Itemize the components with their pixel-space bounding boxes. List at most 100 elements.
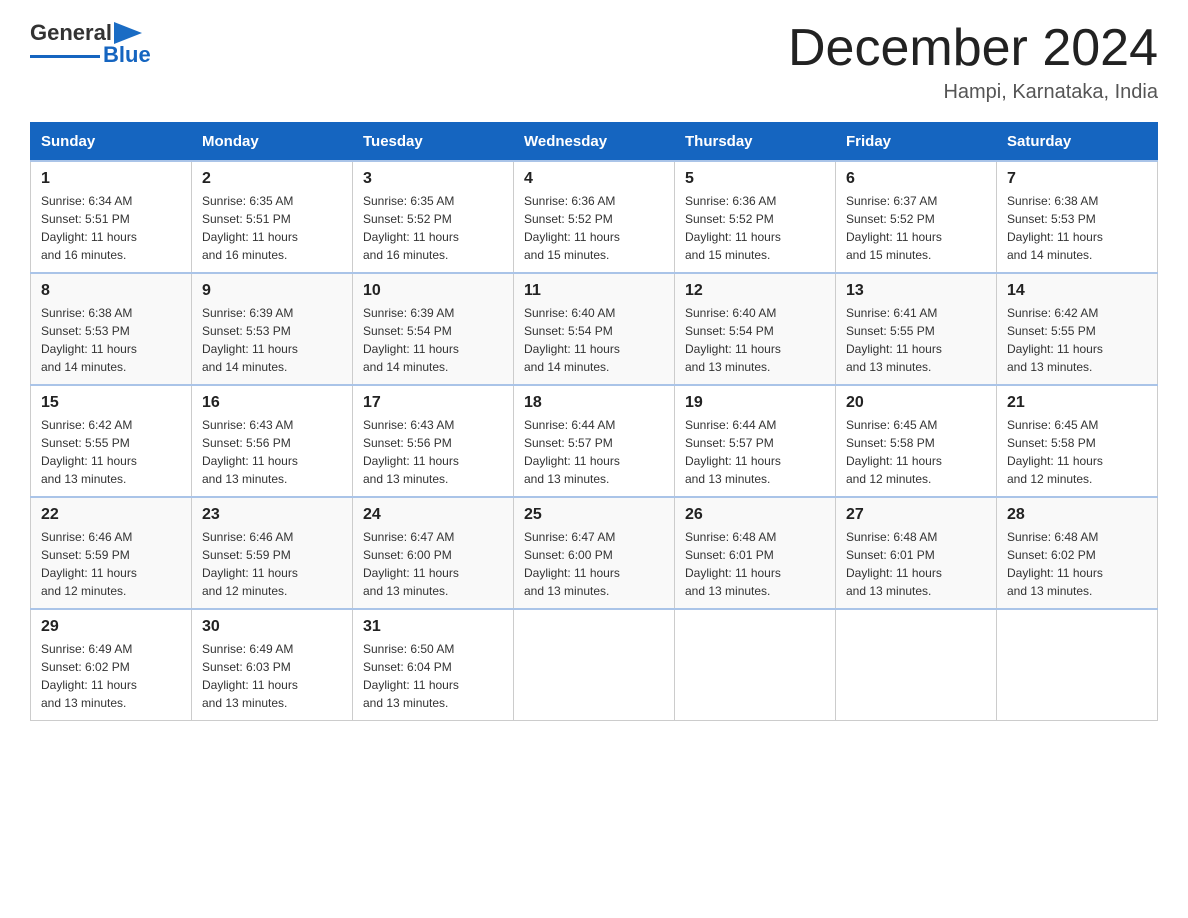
day-number: 17 [363,394,503,412]
day-info: Sunrise: 6:48 AMSunset: 6:01 PMDaylight:… [846,528,986,600]
header-friday: Friday [836,123,997,162]
day-number: 5 [685,170,825,188]
day-info: Sunrise: 6:50 AMSunset: 6:04 PMDaylight:… [363,640,503,712]
calendar-cell [836,609,997,721]
header-sunday: Sunday [31,123,192,162]
calendar-cell: 7Sunrise: 6:38 AMSunset: 5:53 PMDaylight… [997,161,1158,273]
day-number: 28 [1007,506,1147,524]
day-info: Sunrise: 6:48 AMSunset: 6:02 PMDaylight:… [1007,528,1147,600]
day-number: 24 [363,506,503,524]
title-block: December 2024 Hampi, Karnataka, India [788,20,1158,104]
calendar-table: Sunday Monday Tuesday Wednesday Thursday… [30,122,1158,721]
logo: General Blue [30,20,151,68]
calendar-cell: 3Sunrise: 6:35 AMSunset: 5:52 PMDaylight… [353,161,514,273]
calendar-cell: 14 Sunrise: 6:42 AMSunset: 5:55 PMDayligh… [997,273,1158,385]
day-info: Sunrise: 6:45 AMSunset: 5:58 PMDaylight:… [846,416,986,488]
calendar-cell: 28 Sunrise: 6:48 AMSunset: 6:02 PMDayligh… [997,497,1158,609]
calendar-cell: 4Sunrise: 6:36 AMSunset: 5:52 PMDaylight… [514,161,675,273]
calendar-week-row: 22Sunrise: 6:46 AMSunset: 5:59 PMDayligh… [31,497,1158,609]
calendar-cell: 16 Sunrise: 6:43 AMSunset: 5:56 PMDayligh… [192,385,353,497]
calendar-cell [514,609,675,721]
day-info: Sunrise: 6:39 AMSunset: 5:53 PMDaylight:… [202,304,342,376]
calendar-cell: 27 Sunrise: 6:48 AMSunset: 6:01 PMDayligh… [836,497,997,609]
calendar-cell [997,609,1158,721]
day-number: 23 [202,506,342,524]
day-number: 18 [524,394,664,412]
day-info: Sunrise: 6:46 AMSunset: 5:59 PMDaylight:… [41,528,181,600]
header-wednesday: Wednesday [514,123,675,162]
calendar-cell: 1 Sunrise: 6:34 AMSunset: 5:51 PMDaylight… [31,161,192,273]
day-info: Sunrise: 6:34 AMSunset: 5:51 PMDaylight:… [41,192,181,264]
day-info: Sunrise: 6:35 AMSunset: 5:51 PMDaylight:… [202,192,342,264]
header-monday: Monday [192,123,353,162]
day-number: 25 [524,506,664,524]
calendar-cell: 20 Sunrise: 6:45 AMSunset: 5:58 PMDayligh… [836,385,997,497]
day-info: Sunrise: 6:44 AMSunset: 5:57 PMDaylight:… [524,416,664,488]
day-number: 11 [524,282,664,300]
day-info: Sunrise: 6:43 AMSunset: 5:56 PMDaylight:… [363,416,503,488]
calendar-cell: 19 Sunrise: 6:44 AMSunset: 5:57 PMDayligh… [675,385,836,497]
weekday-header-row: Sunday Monday Tuesday Wednesday Thursday… [31,123,1158,162]
day-number: 19 [685,394,825,412]
day-info: Sunrise: 6:45 AMSunset: 5:58 PMDaylight:… [1007,416,1147,488]
calendar-cell: 11 Sunrise: 6:40 AMSunset: 5:54 PMDayligh… [514,273,675,385]
calendar-cell: 22Sunrise: 6:46 AMSunset: 5:59 PMDayligh… [31,497,192,609]
day-number: 8 [41,282,181,300]
calendar-cell: 31Sunrise: 6:50 AMSunset: 6:04 PMDayligh… [353,609,514,721]
day-number: 30 [202,618,342,636]
day-info: Sunrise: 6:41 AMSunset: 5:55 PMDaylight:… [846,304,986,376]
day-number: 6 [846,170,986,188]
day-number: 9 [202,282,342,300]
day-number: 16 [202,394,342,412]
day-info: Sunrise: 6:48 AMSunset: 6:01 PMDaylight:… [685,528,825,600]
logo-blue-text: Blue [103,42,151,68]
header-saturday: Saturday [997,123,1158,162]
calendar-cell: 2 Sunrise: 6:35 AMSunset: 5:51 PMDaylight… [192,161,353,273]
calendar-cell: 30Sunrise: 6:49 AMSunset: 6:03 PMDayligh… [192,609,353,721]
calendar-body: 1 Sunrise: 6:34 AMSunset: 5:51 PMDaylight… [31,161,1158,721]
day-number: 27 [846,506,986,524]
calendar-title: December 2024 [788,20,1158,77]
day-info: Sunrise: 6:36 AMSunset: 5:52 PMDaylight:… [685,192,825,264]
calendar-week-row: 29Sunrise: 6:49 AMSunset: 6:02 PMDayligh… [31,609,1158,721]
calendar-week-row: 15 Sunrise: 6:42 AMSunset: 5:55 PMDayligh… [31,385,1158,497]
day-info: Sunrise: 6:40 AMSunset: 5:54 PMDaylight:… [685,304,825,376]
day-number: 1 [41,170,181,188]
day-info: Sunrise: 6:47 AMSunset: 6:00 PMDaylight:… [524,528,664,600]
calendar-week-row: 8Sunrise: 6:38 AMSunset: 5:53 PMDaylight… [31,273,1158,385]
day-info: Sunrise: 6:39 AMSunset: 5:54 PMDaylight:… [363,304,503,376]
day-info: Sunrise: 6:47 AMSunset: 6:00 PMDaylight:… [363,528,503,600]
page-header: General Blue December 2024 Hampi, Karnat… [30,20,1158,104]
day-info: Sunrise: 6:37 AMSunset: 5:52 PMDaylight:… [846,192,986,264]
header-tuesday: Tuesday [353,123,514,162]
calendar-cell: 26 Sunrise: 6:48 AMSunset: 6:01 PMDayligh… [675,497,836,609]
day-info: Sunrise: 6:43 AMSunset: 5:56 PMDaylight:… [202,416,342,488]
logo-arrow-icon [114,22,142,44]
calendar-cell: 15 Sunrise: 6:42 AMSunset: 5:55 PMDayligh… [31,385,192,497]
day-info: Sunrise: 6:38 AMSunset: 5:53 PMDaylight:… [1007,192,1147,264]
day-info: Sunrise: 6:44 AMSunset: 5:57 PMDaylight:… [685,416,825,488]
day-info: Sunrise: 6:40 AMSunset: 5:54 PMDaylight:… [524,304,664,376]
calendar-cell [675,609,836,721]
calendar-cell: 8Sunrise: 6:38 AMSunset: 5:53 PMDaylight… [31,273,192,385]
day-info: Sunrise: 6:49 AMSunset: 6:02 PMDaylight:… [41,640,181,712]
calendar-cell: 23Sunrise: 6:46 AMSunset: 5:59 PMDayligh… [192,497,353,609]
calendar-cell: 25 Sunrise: 6:47 AMSunset: 6:00 PMDayligh… [514,497,675,609]
day-number: 10 [363,282,503,300]
calendar-cell: 12Sunrise: 6:40 AMSunset: 5:54 PMDayligh… [675,273,836,385]
day-info: Sunrise: 6:42 AMSunset: 5:55 PMDaylight:… [41,416,181,488]
day-info: Sunrise: 6:42 AMSunset: 5:55 PMDaylight:… [1007,304,1147,376]
day-number: 2 [202,170,342,188]
day-info: Sunrise: 6:36 AMSunset: 5:52 PMDaylight:… [524,192,664,264]
calendar-subtitle: Hampi, Karnataka, India [788,81,1158,104]
day-number: 26 [685,506,825,524]
day-number: 15 [41,394,181,412]
calendar-cell: 18 Sunrise: 6:44 AMSunset: 5:57 PMDayligh… [514,385,675,497]
calendar-cell: 6 Sunrise: 6:37 AMSunset: 5:52 PMDaylight… [836,161,997,273]
calendar-cell: 9 Sunrise: 6:39 AMSunset: 5:53 PMDaylight… [192,273,353,385]
day-number: 21 [1007,394,1147,412]
day-number: 20 [846,394,986,412]
day-number: 14 [1007,282,1147,300]
calendar-cell: 10 Sunrise: 6:39 AMSunset: 5:54 PMDayligh… [353,273,514,385]
header-thursday: Thursday [675,123,836,162]
